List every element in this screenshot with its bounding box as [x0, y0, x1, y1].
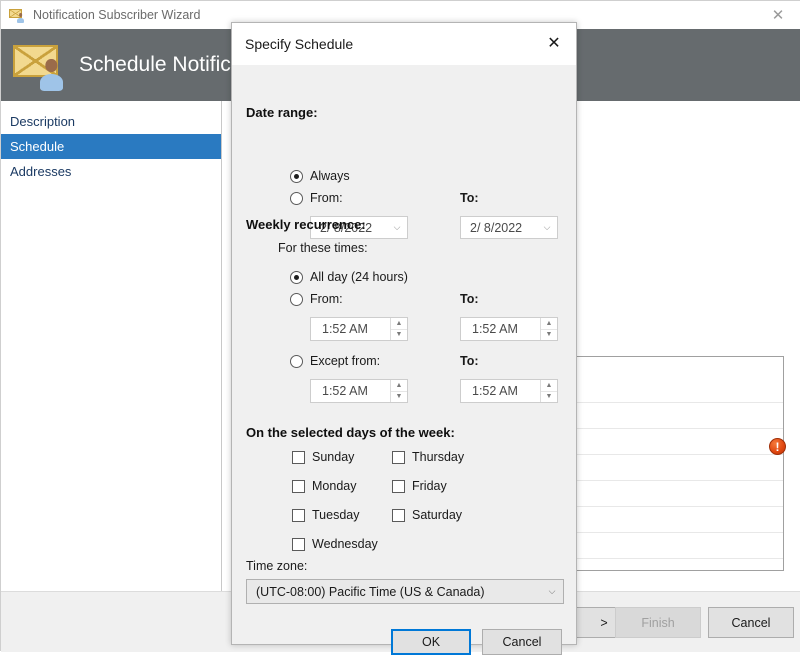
radio-time-from-label: From: — [310, 292, 343, 306]
spinner-up-icon[interactable]: ▲ — [391, 380, 407, 392]
checkbox-friday[interactable]: Friday — [392, 479, 447, 493]
except-from-spinner-arrows[interactable]: ▲ ▼ — [390, 380, 407, 402]
radio-date-from-indicator — [290, 191, 303, 205]
except-to-value: 1:52 AM — [472, 384, 518, 398]
spinner-down-icon[interactable]: ▼ — [541, 330, 557, 341]
date-to-picker[interactable]: 2/ 8/2022 ⌵ — [460, 216, 558, 239]
chevron-down-icon[interactable]: ⌵ — [541, 587, 563, 596]
checkbox-wednesday[interactable]: Wednesday — [292, 537, 378, 551]
spinner-up-icon[interactable]: ▲ — [391, 318, 407, 330]
checkbox-tuesday[interactable]: Tuesday — [292, 508, 359, 522]
date-to-label: To: — [460, 191, 479, 205]
date-to-value: 2/ 8/2022 — [470, 220, 523, 235]
wizard-sidebar: Description Schedule Addresses — [1, 101, 222, 591]
checkbox-monday-label: Monday — [312, 479, 357, 493]
dialog-close-icon[interactable]: ✕ — [532, 23, 576, 65]
radio-except-from[interactable]: Except from: — [290, 354, 380, 368]
spinner-down-icon[interactable]: ▼ — [391, 330, 407, 341]
sidebar-item-addresses[interactable]: Addresses — [1, 159, 221, 184]
sidebar-item-schedule[interactable]: Schedule — [1, 134, 221, 159]
checkbox-thursday[interactable]: Thursday — [392, 450, 464, 464]
chevron-down-icon[interactable]: ⌵ — [387, 223, 407, 232]
checkbox-saturday-box — [392, 508, 405, 522]
checkbox-wednesday-box — [292, 537, 305, 551]
spinner-down-icon[interactable]: ▼ — [391, 392, 407, 403]
checkbox-sunday-box — [292, 450, 305, 464]
days-of-week-heading: On the selected days of the week: — [246, 425, 455, 440]
checkbox-tuesday-box — [292, 508, 305, 522]
specify-schedule-dialog: Specify Schedule ✕ Date range: Always Fr… — [231, 22, 577, 655]
spinner-up-icon[interactable]: ▲ — [541, 380, 557, 392]
checkbox-thursday-label: Thursday — [412, 450, 465, 464]
timezone-label: Time zone: — [246, 559, 308, 573]
except-to-spinner[interactable]: 1:52 AM ▲ ▼ — [460, 379, 558, 403]
radio-time-from[interactable]: From: — [290, 292, 343, 306]
time-to-label: To: — [460, 292, 479, 306]
error-indicator-icon[interactable]: ! — [769, 438, 786, 455]
wizard-title: Notification Subscriber Wizard — [33, 8, 201, 22]
checkbox-friday-box — [392, 479, 405, 493]
radio-all-day[interactable]: All day (24 hours) — [290, 270, 408, 284]
radio-except-from-indicator — [290, 354, 303, 368]
chevron-down-icon[interactable]: ⌵ — [537, 223, 557, 232]
mail-subscriber-icon — [13, 39, 65, 91]
radio-date-from[interactable]: From: — [290, 191, 343, 205]
checkbox-saturday[interactable]: Saturday — [392, 508, 462, 522]
checkbox-thursday-box — [392, 450, 405, 464]
time-to-spinner[interactable]: 1:52 AM ▲ ▼ — [460, 317, 558, 341]
radio-always-indicator — [290, 169, 303, 183]
dialog-titlebar: Specify Schedule ✕ — [232, 23, 576, 65]
checkbox-friday-label: Friday — [412, 479, 447, 493]
spinner-down-icon[interactable]: ▼ — [541, 392, 557, 403]
dialog-title: Specify Schedule — [245, 36, 354, 52]
except-from-spinner[interactable]: 1:52 AM ▲ ▼ — [310, 379, 408, 403]
except-to-spinner-arrows[interactable]: ▲ ▼ — [540, 380, 557, 402]
cancel-button[interactable]: Cancel — [482, 629, 562, 655]
checkbox-saturday-label: Saturday — [412, 508, 463, 522]
subscriber-icon — [9, 7, 25, 23]
spinner-up-icon[interactable]: ▲ — [541, 318, 557, 330]
dialog-body: Date range: Always From: To: 2/ 8/2022 ⌵… — [232, 65, 576, 655]
checkbox-wednesday-label: Wednesday — [312, 537, 378, 551]
sidebar-item-description[interactable]: Description — [1, 109, 221, 134]
time-to-value: 1:52 AM — [472, 322, 518, 336]
checkbox-sunday-label: Sunday — [312, 450, 355, 464]
timezone-value: (UTC-08:00) Pacific Time (US & Canada) — [256, 584, 485, 599]
for-these-times-label: For these times: — [278, 241, 368, 255]
checkbox-monday-box — [292, 479, 305, 493]
time-from-spinner[interactable]: 1:52 AM ▲ ▼ — [310, 317, 408, 341]
time-from-value: 1:52 AM — [322, 322, 368, 336]
radio-date-from-label: From: — [310, 191, 343, 205]
timezone-select[interactable]: (UTC-08:00) Pacific Time (US & Canada) ⌵ — [246, 579, 564, 604]
time-to-spinner-arrows[interactable]: ▲ ▼ — [540, 318, 557, 340]
wizard-close-icon[interactable]: ✕ — [755, 1, 800, 29]
radio-always-label: Always — [310, 169, 350, 183]
except-to-label: To: — [460, 354, 479, 368]
weekly-recurrence-heading: Weekly recurrence: — [246, 217, 366, 232]
radio-all-day-indicator — [290, 270, 303, 284]
except-from-value: 1:52 AM — [322, 384, 368, 398]
finish-button: Finish — [615, 607, 701, 638]
date-range-heading: Date range: — [246, 105, 318, 120]
time-from-spinner-arrows[interactable]: ▲ ▼ — [390, 318, 407, 340]
checkbox-sunday[interactable]: Sunday — [292, 450, 354, 464]
checkbox-monday[interactable]: Monday — [292, 479, 356, 493]
radio-except-from-label: Except from: — [310, 354, 381, 368]
radio-time-from-indicator — [290, 292, 303, 306]
wizard-cancel-button[interactable]: Cancel — [708, 607, 794, 638]
radio-always[interactable]: Always — [290, 169, 350, 183]
checkbox-tuesday-label: Tuesday — [312, 508, 360, 522]
radio-all-day-label: All day (24 hours) — [310, 270, 408, 284]
ok-button[interactable]: OK — [391, 629, 471, 655]
